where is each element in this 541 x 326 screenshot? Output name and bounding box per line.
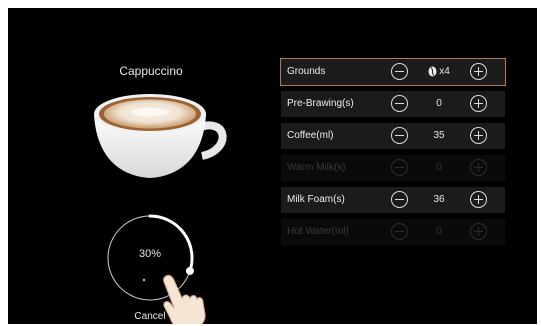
decrease-button [391, 159, 408, 176]
setting-value: 0 [436, 162, 442, 173]
setting-row-coffee[interactable]: Coffee(ml) 35 [281, 123, 505, 149]
increase-button[interactable] [470, 127, 487, 144]
setting-row-pre-brewing[interactable]: Pre-Brawing(s) 0 [281, 91, 505, 117]
setting-label: Coffee(ml) [287, 130, 334, 141]
setting-label: Hot Water(ml) [287, 226, 349, 237]
setting-value: 36 [433, 194, 445, 205]
progress-percent: 30% [138, 248, 162, 260]
setting-row-hot-water: Hot Water(ml) 0 [281, 219, 505, 245]
decrease-button[interactable] [391, 127, 408, 144]
setting-label: Milk Foam(s) [287, 194, 345, 205]
cancel-button[interactable]: Cancel [120, 311, 180, 322]
setting-value: x4 [412, 66, 466, 77]
decrease-button[interactable] [391, 63, 408, 80]
coffee-bean-icon [428, 66, 437, 77]
setting-value: 0 [436, 98, 442, 109]
increase-button [470, 159, 487, 176]
setting-row-grounds[interactable]: Grounds x4 [280, 58, 506, 86]
setting-label: Warm Milk(s) [287, 162, 346, 173]
decrease-button[interactable] [391, 191, 408, 208]
drink-title: Cappuccino [119, 64, 183, 78]
increase-button[interactable] [470, 191, 487, 208]
settings-list: Grounds x4 Pre-Brawing(s) 0 Coffee(ml) 3… [280, 58, 506, 251]
cappuccino-cup-image [86, 88, 236, 183]
decrease-button[interactable] [391, 95, 408, 112]
progress-arc [148, 214, 194, 273]
decrease-button [391, 223, 408, 240]
setting-label: Grounds [287, 66, 326, 77]
setting-value: 35 [433, 130, 445, 141]
setting-row-warm-milk: Warm Milk(s) 0 [281, 155, 505, 181]
machine-screen: Cappuccino 30% Cancel Grounds x4 Pre-Bra… [8, 8, 537, 324]
increase-button[interactable] [470, 95, 487, 112]
setting-row-milk-foam[interactable]: Milk Foam(s) 36 [281, 187, 505, 213]
setting-label: Pre-Brawing(s) [287, 98, 354, 109]
increase-button[interactable] [470, 63, 487, 80]
setting-value: 0 [436, 226, 442, 237]
increase-button [470, 223, 487, 240]
